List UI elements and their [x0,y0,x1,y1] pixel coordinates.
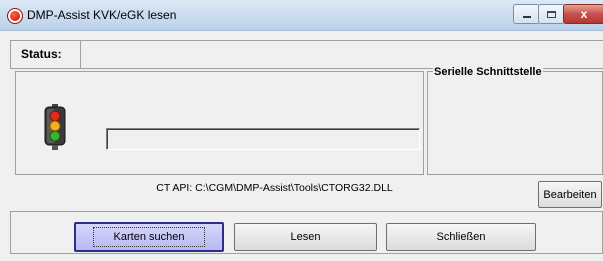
main-window: DMP-Assist KVK/eGK lesen x Status: Serie… [0,0,603,261]
traffic-light-icon [44,104,66,150]
maximize-button[interactable] [538,4,565,24]
ct-api-text: CT API: C:\CGM\DMP-Assist\Tools\CTORG32.… [156,182,393,194]
close-window-button[interactable]: x [563,4,603,24]
close-icon: x [580,7,588,21]
title-bar[interactable]: DMP-Assist KVK/eGK lesen x [0,0,603,31]
reader-panel [15,71,424,175]
serial-interface-title: Serielle Schnittstelle [433,66,543,78]
search-cards-button[interactable]: Karten suchen [74,222,224,252]
serial-interface-group [427,71,603,175]
progress-field [106,128,420,150]
ct-api-path: CT API: C:\CGM\DMP-Assist\Tools\CTORG32.… [0,182,603,194]
status-label: Status: [21,47,62,61]
read-button[interactable]: Lesen [234,223,377,251]
minimize-button[interactable] [513,4,540,24]
close-button[interactable]: Schließen [386,223,536,251]
minimize-icon [522,16,531,18]
app-logo-icon [7,8,23,24]
search-cards-label: Karten suchen [92,227,206,247]
edit-button[interactable]: Bearbeiten [538,181,602,208]
maximize-icon [547,10,556,18]
window-title: DMP-Assist KVK/eGK lesen [27,8,177,22]
status-field [80,41,603,68]
